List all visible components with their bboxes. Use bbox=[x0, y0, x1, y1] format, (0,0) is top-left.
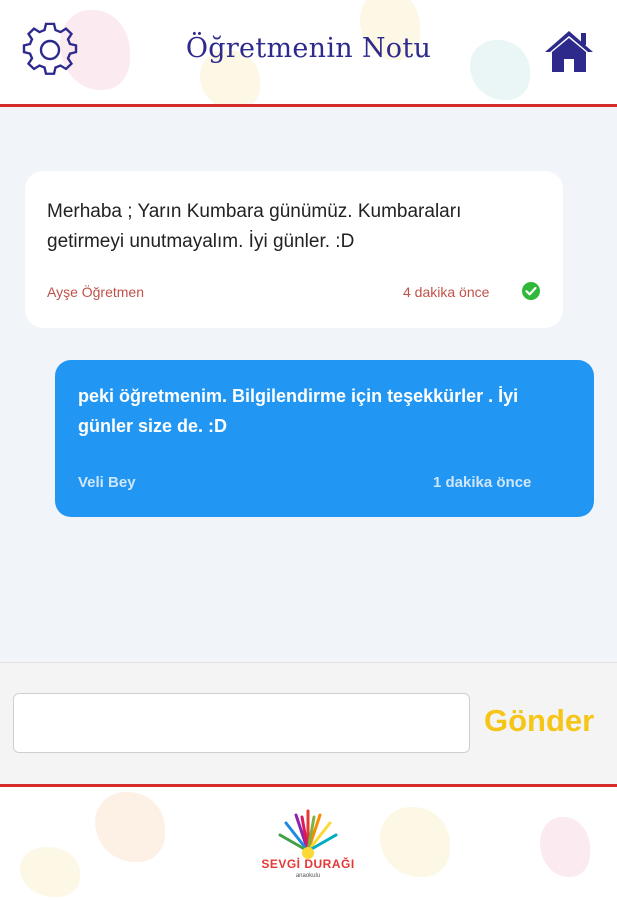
sun-rays-logo-icon bbox=[278, 809, 338, 859]
logo-subtitle: anaokulu bbox=[295, 873, 321, 879]
send-button[interactable]: Gönder bbox=[484, 703, 594, 739]
message-time: 4 dakika önce bbox=[403, 284, 490, 300]
home-icon bbox=[545, 31, 593, 72]
message-input[interactable] bbox=[13, 693, 470, 753]
outgoing-message: peki öğretmenim. Bilgilendirme için teşe… bbox=[55, 360, 594, 517]
message-author: Ayşe Öğretmen bbox=[47, 284, 145, 300]
message-text: Merhaba ; Yarın Kumbara günümüz. Kumbara… bbox=[47, 201, 462, 252]
message-time: 1 dakika önce bbox=[433, 474, 532, 491]
gear-icon bbox=[22, 22, 78, 75]
settings-button[interactable] bbox=[22, 22, 78, 78]
page-title: Öğretmenin Notu bbox=[185, 33, 432, 64]
home-button[interactable] bbox=[543, 28, 595, 74]
message-composer: Gönder bbox=[0, 662, 617, 785]
school-logo: SEVGİ DURAĞI anaokulu bbox=[258, 803, 358, 887]
footer: SEVGİ DURAĞI anaokulu bbox=[0, 787, 617, 900]
message-list[interactable]: Merhaba ; Yarın Kumbara günümüz. Kumbara… bbox=[0, 107, 617, 662]
message-author: Veli Bey bbox=[78, 474, 136, 491]
app-header: Öğretmenin Notu bbox=[0, 0, 617, 105]
check-circle-icon bbox=[522, 282, 540, 300]
incoming-message: Merhaba ; Yarın Kumbara günümüz. Kumbara… bbox=[25, 171, 563, 328]
logo-text: SEVGİ DURAĞI bbox=[261, 857, 355, 871]
message-text: peki öğretmenim. Bilgilendirme için teşe… bbox=[78, 386, 519, 436]
